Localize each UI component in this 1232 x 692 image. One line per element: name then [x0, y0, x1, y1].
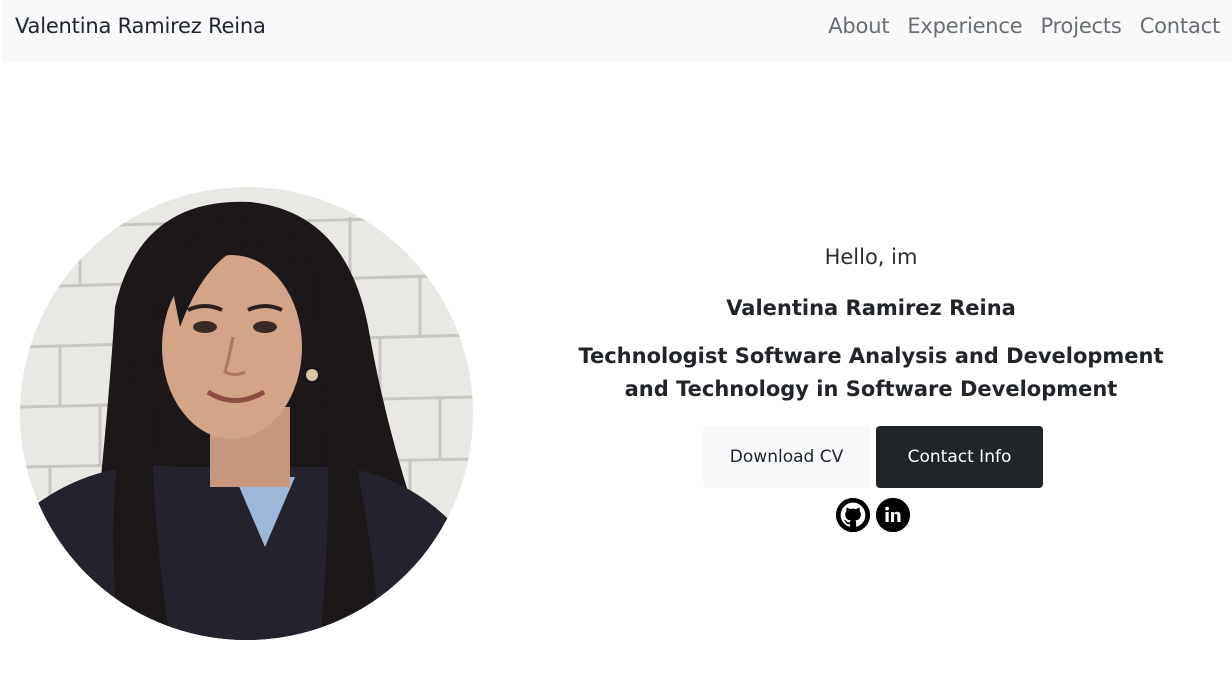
nav-link-experience[interactable]: Experience — [907, 14, 1022, 38]
hero-buttons: Download CV Contact Info — [564, 426, 1182, 488]
navbar: Valentina Ramirez Reina About Experience… — [2, 0, 1232, 62]
brand-link[interactable]: Valentina Ramirez Reina — [15, 14, 266, 38]
greeting-text: Hello, im — [824, 245, 918, 269]
hero-title-line2: and Technology in Software Development — [624, 377, 1118, 401]
nav-link-contact[interactable]: Contact — [1140, 14, 1221, 38]
linkedin-icon[interactable] — [876, 498, 910, 532]
hero-title-line1: Technologist Software Analysis and Devel… — [578, 344, 1164, 368]
hero-name: Valentina Ramirez Reina — [726, 296, 1016, 320]
github-icon[interactable] — [836, 498, 870, 532]
download-cv-button[interactable]: Download CV — [703, 426, 870, 488]
nav-links: About Experience Projects Contact — [828, 14, 1220, 38]
contact-info-button[interactable]: Contact Info — [876, 426, 1043, 488]
nav-link-about[interactable]: About — [828, 14, 889, 38]
hero-title: Technologist Software Analysis and Devel… — [560, 340, 1182, 406]
profile-photo — [20, 187, 473, 640]
social-links — [564, 498, 1182, 532]
hero-section: Hello, im Valentina Ramirez Reina Techno… — [560, 240, 1182, 532]
nav-link-projects[interactable]: Projects — [1040, 14, 1121, 38]
